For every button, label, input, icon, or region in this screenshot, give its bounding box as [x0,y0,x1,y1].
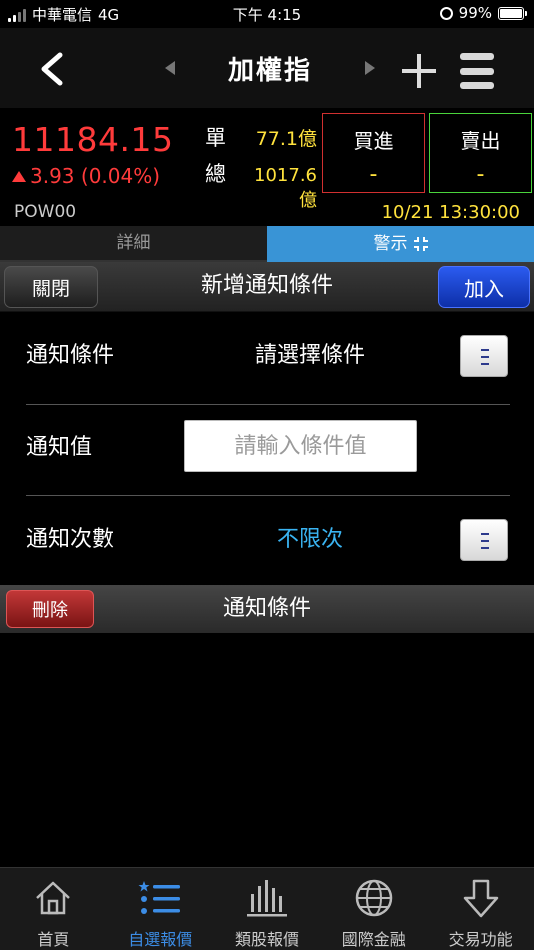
home-icon [36,881,71,915]
nav-home-label: 首頁 [37,930,70,949]
count-label: 通知次數 [26,527,115,552]
count-picker-button[interactable] [460,519,508,561]
quote-datetime: 10/21 13:30:00 [381,202,520,223]
tab-bar: 詳細 警示 [0,226,534,262]
hamburger-menu-icon[interactable] [460,53,494,89]
nav-sector[interactable]: 類股報價 [214,868,321,950]
count-row: 通知次數 不限次 [0,496,534,586]
nav-trade[interactable]: 交易功能 [427,868,534,950]
condition-picker-button[interactable] [460,335,508,377]
index-price: 11184.15 [12,120,174,159]
nav-sector-label: 類股報價 [234,930,299,949]
globe-icon [355,879,393,917]
add-button[interactable]: 加入 [438,266,530,308]
symbol-code: POW00 [14,202,77,222]
nav-watchlist[interactable]: 自選報價 [107,868,214,950]
tab-detail[interactable]: 詳細 [0,226,267,262]
app-header: 加權指 [0,28,534,108]
condition-list [0,633,534,867]
price-change: 3.93 (0.04%) [12,164,160,188]
previous-arrow-icon[interactable] [165,61,175,75]
next-arrow-icon[interactable] [364,61,375,75]
status-bar: 中華電信 4G 下午 4:15 99% [0,0,534,28]
tab-alert[interactable]: 警示 [267,226,534,262]
back-chevron-icon[interactable] [36,52,66,86]
single-volume-row: 單 77.1億 [205,122,317,152]
status-right: 99% [439,4,527,22]
total-volume-row: 總 1017.6 億 [205,158,317,212]
sell-value: - [476,162,485,187]
nav-trade-label: 交易功能 [448,930,513,949]
condition-row: 通知條件 請選擇條件 [0,312,534,402]
delete-button[interactable]: 刪除 [6,590,94,628]
single-volume-value: 77.1億 [255,128,317,150]
download-arrow-icon [463,879,498,918]
nav-international-label: 國際金融 [341,930,406,949]
condition-value-input[interactable] [184,420,417,472]
plus-icon[interactable] [402,54,436,88]
collapse-icon [413,237,428,251]
tab-alert-label: 警示 [373,234,408,254]
bar-chart-icon [246,880,287,917]
list-icon [481,349,489,365]
condition-value[interactable]: 請選擇條件 [190,312,430,400]
nav-watchlist-label: 自選報價 [128,930,193,949]
alarm-icon [439,6,453,20]
total-volume-label: 總 [205,162,226,186]
list-icon [481,533,489,549]
battery-percent: 99% [458,4,492,22]
price-change-value: 3.93 (0.04%) [30,164,161,188]
value-row: 通知值 [0,404,534,494]
buy-value: - [369,162,378,187]
sell-label: 賣出 [460,129,501,153]
count-value[interactable]: 不限次 [190,496,430,584]
value-label: 通知值 [26,435,93,460]
total-volume-value: 1017.6 億 [254,165,317,211]
page-title: 加權指 [227,55,312,86]
single-volume-label: 單 [205,126,226,150]
alert-action-bar: 關閉 新增通知條件 加入 [0,262,534,312]
title-switcher: 加權指 [165,46,375,90]
close-button[interactable]: 關閉 [4,266,98,308]
up-triangle-icon [12,170,26,182]
battery-icon [498,6,527,20]
condition-list-bar: 刪除 通知條件 [0,585,534,633]
nav-international[interactable]: 國際金融 [320,868,427,950]
nav-home[interactable]: 首頁 [0,868,107,950]
quote-panel: 11184.15 3.93 (0.04%) 單 77.1億 總 1017.6 億… [0,108,534,226]
condition-label: 通知條件 [26,343,115,368]
buy-button[interactable]: 買進 - [322,113,425,193]
list-icon [138,881,181,914]
buy-label: 買進 [353,129,394,153]
bottom-nav: 首頁 自選報價 類股報價 國際金融 交易功能 [0,867,534,950]
sell-button[interactable]: 賣出 - [429,113,532,193]
